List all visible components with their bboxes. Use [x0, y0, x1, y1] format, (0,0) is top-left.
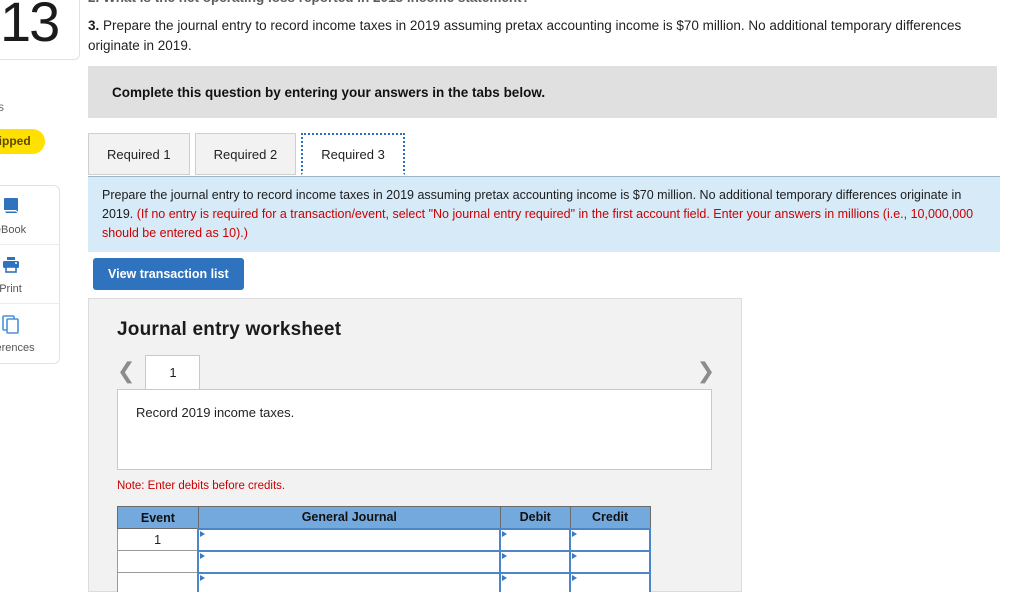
table-row	[117, 549, 651, 574]
question-number-card: 13	[0, 0, 80, 60]
sidebar-item-label-ebook: eBook	[0, 223, 27, 236]
journal-entry-table: Event General Journal Debit Credit 1	[117, 506, 651, 592]
required-tabs: Required 1 Required 2 Required 3	[88, 133, 410, 175]
input-credit-3[interactable]	[569, 571, 651, 592]
question-number: 13	[0, 0, 60, 53]
page-root: 13 nts Skipped eBook	[0, 0, 1024, 592]
input-credit-2[interactable]	[569, 549, 651, 574]
cell-event-3	[117, 572, 199, 592]
input-general-journal-3[interactable]	[197, 571, 502, 592]
worksheet-description: Record 2019 income taxes.	[117, 389, 712, 470]
view-transaction-list-button[interactable]: View transaction list	[93, 258, 244, 290]
instructions-panel: Prepare the journal entry to record inco…	[88, 176, 1000, 253]
worksheet-title: Journal entry worksheet	[117, 319, 342, 340]
journal-entry-worksheet-panel: Journal entry worksheet ❮ 1 ❯ Record 201…	[88, 298, 742, 592]
sidebar-item-label-print: Print	[0, 282, 22, 295]
question-line3-number: 3.	[88, 18, 100, 33]
worksheet-note: Note: Enter debits before credits.	[117, 480, 286, 492]
table-header-row: Event General Journal Debit Credit	[117, 506, 651, 529]
sidebar-item-label-references: eferences	[0, 342, 35, 354]
sidebar-item-references[interactable]: eferences	[0, 304, 59, 363]
book-icon	[0, 195, 22, 222]
chevron-right-icon[interactable]: ❯	[687, 361, 725, 389]
sidebar-item-print[interactable]: Print	[0, 245, 59, 304]
input-general-journal-1[interactable]	[197, 527, 502, 552]
cell-event-2	[117, 550, 199, 573]
column-header-credit: Credit	[569, 506, 651, 529]
printer-icon	[0, 254, 22, 281]
question-text-block: 2. What is the net operating loss report…	[88, 0, 1024, 56]
input-credit-1[interactable]	[569, 527, 651, 552]
tool-stack: eBook Print eferences	[0, 185, 60, 364]
input-debit-2[interactable]	[499, 549, 572, 574]
column-header-event: Event	[117, 506, 199, 529]
status-badge: Skipped	[0, 129, 45, 154]
complete-question-bar: Complete this question by entering your …	[88, 66, 997, 118]
references-icon	[0, 313, 22, 340]
input-debit-3[interactable]	[499, 571, 572, 592]
tab-required-2[interactable]: Required 2	[194, 133, 297, 175]
table-row	[117, 571, 651, 592]
points-label: nts	[0, 100, 5, 114]
chevron-left-icon[interactable]: ❮	[107, 361, 145, 389]
worksheet-page-tab-1[interactable]: 1	[145, 355, 201, 389]
column-header-general-journal: General Journal	[197, 506, 501, 529]
tab-required-1[interactable]: Required 1	[88, 133, 190, 175]
sidebar-item-ebook[interactable]: eBook	[0, 186, 59, 245]
tab-required-3[interactable]: Required 3	[301, 133, 405, 175]
input-general-journal-2[interactable]	[197, 549, 502, 574]
worksheet-pager: ❮ 1 ❯	[107, 355, 725, 389]
column-header-debit: Debit	[499, 506, 571, 529]
instructions-red-text: (If no entry is required for a transacti…	[102, 206, 974, 240]
cell-event-1: 1	[117, 528, 199, 551]
main-content: 2. What is the net operating loss report…	[88, 0, 1024, 56]
complete-question-text: Complete this question by entering your …	[112, 84, 546, 100]
question-line3-text: Prepare the journal entry to record inco…	[88, 18, 962, 54]
input-debit-1[interactable]	[499, 527, 572, 552]
question-line2: 2. What is the net operating loss report…	[88, 0, 530, 5]
table-row: 1	[117, 527, 651, 552]
